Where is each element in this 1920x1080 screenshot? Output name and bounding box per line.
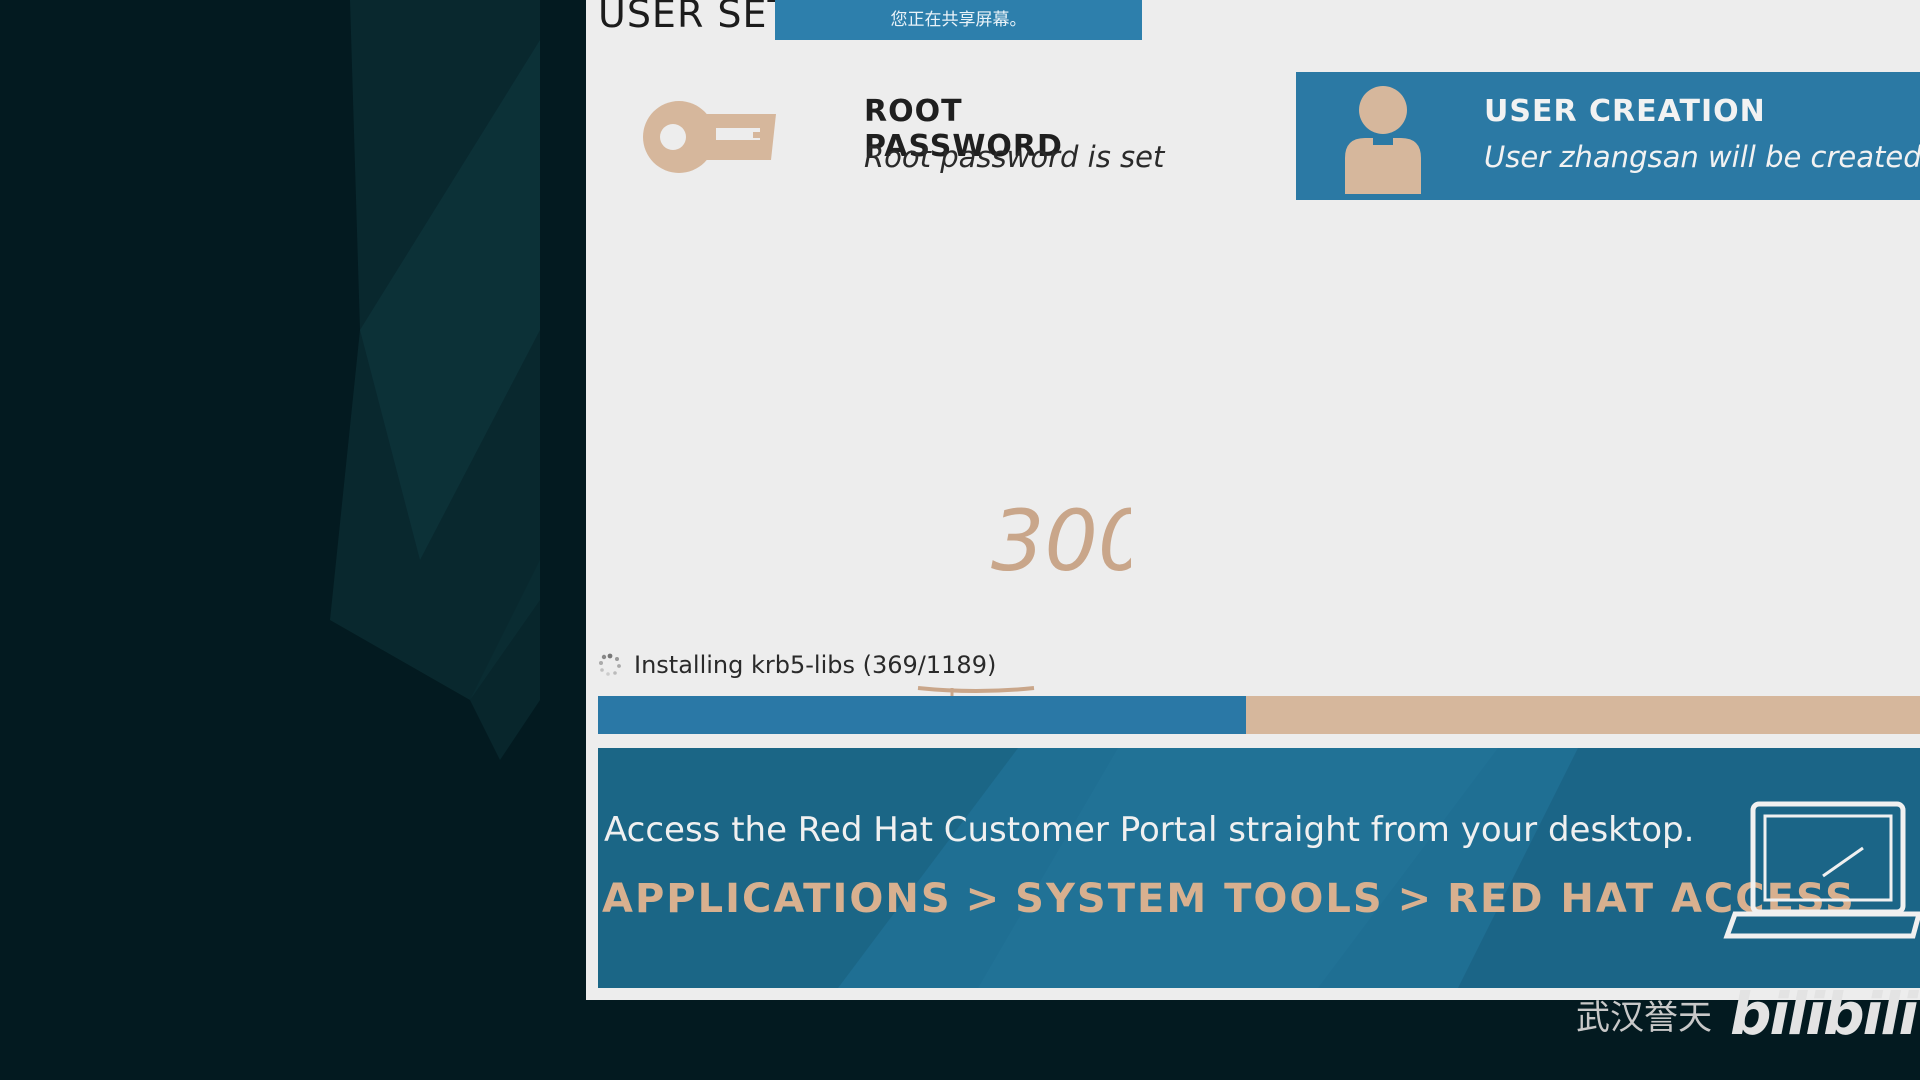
user-creation-status: User zhangsan will be created [1484,140,1920,174]
progress-status-text: Installing krb5-libs (369/1189) [634,651,997,679]
installer-window: USER SET 您正在共享屏幕。 ROOT PASSWORD Root pas… [586,0,1920,1000]
red-hat-access-banner: Access the Red Hat Customer Portal strai… [598,748,1920,988]
banner-message: Access the Red Hat Customer Portal strai… [604,810,1695,850]
user-creation-spoke[interactable]: USER CREATION User zhangsan will be crea… [1296,72,1920,200]
root-password-spoke[interactable]: ROOT PASSWORD Root password is set [641,80,1165,200]
annotation-text: 300 [991,492,1131,590]
menu-path-applications: APPLICATIONS [602,876,952,922]
menu-path-system-tools: SYSTEM TOOLS [1015,876,1384,922]
root-password-status: Root password is set [864,140,1165,174]
progress-bar-fill [598,696,1246,734]
watermark-author: 武汉誉天 [1576,997,1712,1038]
laptop-icon [1723,801,1920,939]
user-icon [1345,86,1421,194]
spinner-icon [599,653,621,676]
menu-path-separator: > [965,876,1002,922]
screen-share-banner: 您正在共享屏幕。 [775,0,1142,40]
bilibili-logo: bilibili [1730,980,1918,1048]
handwritten-annotation: 300 [991,492,1131,590]
progress-status: Installing krb5-libs (369/1189) [598,648,996,682]
user-creation-title: USER CREATION [1484,94,1766,129]
menu-path: APPLICATIONS > SYSTEM TOOLS > RED HAT AC… [602,876,1856,922]
key-icon [643,101,776,173]
progress-bar [598,696,1920,734]
banner-texture [598,748,1920,988]
section-title: USER SET [598,0,792,36]
menu-path-separator: > [1397,876,1434,922]
video-watermark: 武汉誉天 bilibili [1576,980,1918,1048]
